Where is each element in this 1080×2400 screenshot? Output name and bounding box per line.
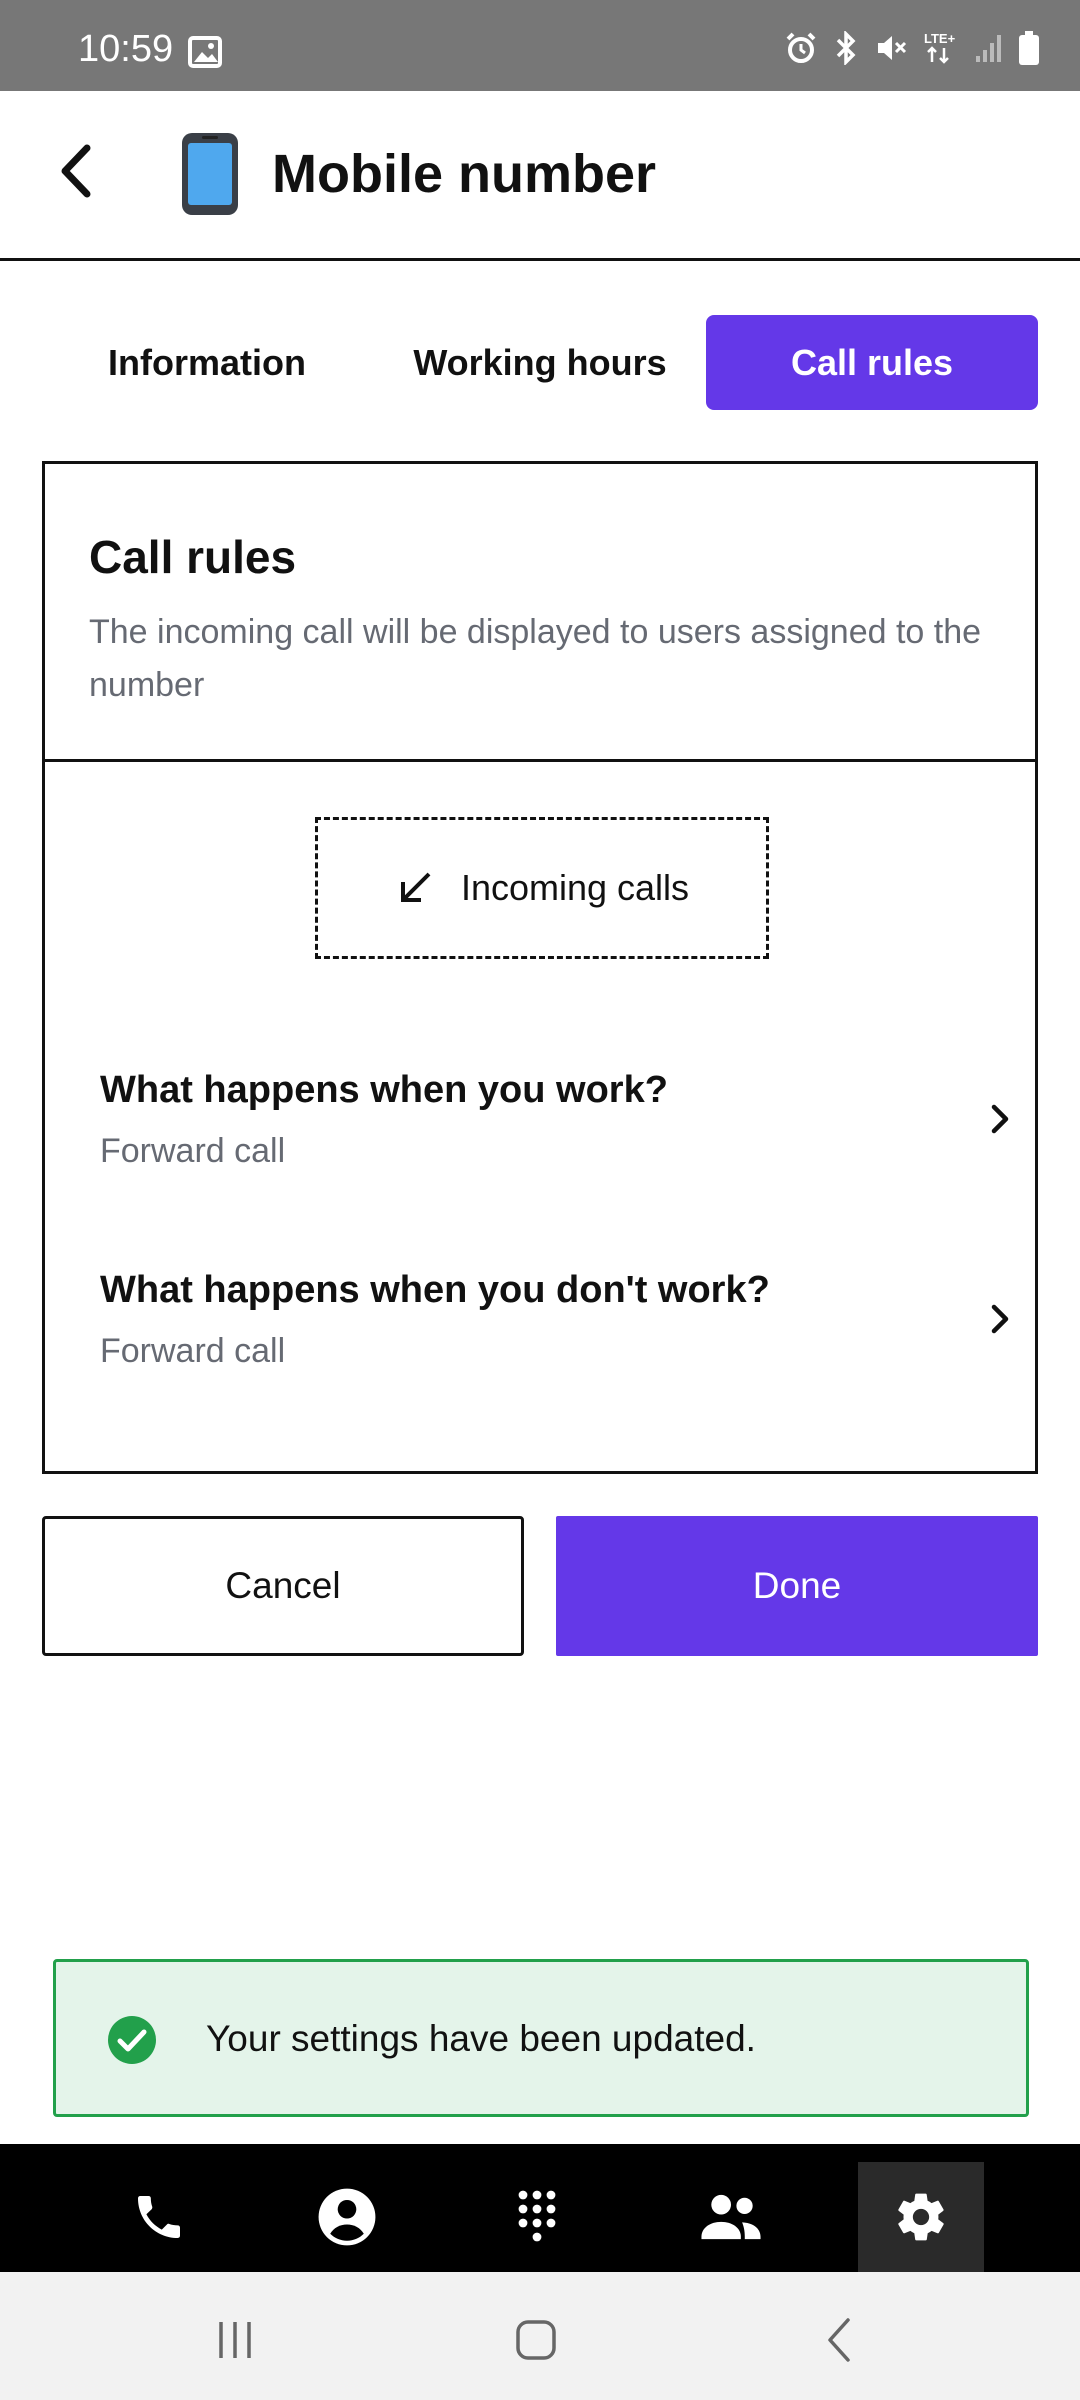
card-title: Call rules xyxy=(89,531,297,583)
arrow-down-left-icon xyxy=(400,872,431,902)
tab-information[interactable]: Information xyxy=(42,315,372,410)
nav-contacts[interactable] xyxy=(284,2162,410,2272)
system-nav-bar xyxy=(0,2272,1080,2400)
chevron-left-icon xyxy=(61,144,91,198)
rule-when-working[interactable]: What happens when you work? Forward call xyxy=(100,1069,1009,1199)
cancel-button[interactable]: Cancel xyxy=(42,1516,524,1656)
settings-icon xyxy=(898,2193,944,2241)
incoming-calls-box: Incoming calls xyxy=(315,817,769,959)
nav-settings[interactable] xyxy=(858,2162,984,2272)
signal-icon xyxy=(974,32,1004,64)
app-header: Mobile number xyxy=(0,91,1080,261)
alarm-icon xyxy=(784,31,818,65)
nav-calls[interactable] xyxy=(96,2162,222,2272)
chevron-right-icon xyxy=(991,1104,1009,1134)
tab-call-rules[interactable]: Call rules xyxy=(706,315,1038,410)
recents-icon xyxy=(219,2322,251,2358)
done-button[interactable]: Done xyxy=(556,1516,1038,1656)
tab-bar: Information Working hours Call rules xyxy=(42,315,1038,410)
home-icon xyxy=(516,2320,556,2360)
rule-title: What happens when you don't work? xyxy=(100,1269,770,1311)
recents-button[interactable] xyxy=(205,2310,265,2370)
phone-icon xyxy=(138,2196,180,2238)
image-icon xyxy=(188,36,222,68)
call-rules-card: Call rules The incoming call will be dis… xyxy=(42,461,1038,1474)
dialpad-icon xyxy=(518,2190,556,2242)
check-circle-icon xyxy=(106,2014,158,2071)
bluetooth-icon xyxy=(832,31,860,65)
contact-icon xyxy=(318,2188,376,2246)
page-title: Mobile number xyxy=(272,144,657,204)
toast-message: Your settings have been updated. xyxy=(206,2018,756,2059)
rule-title: What happens when you work? xyxy=(100,1069,668,1111)
battery-icon xyxy=(1018,30,1040,66)
system-back-button[interactable] xyxy=(810,2310,870,2370)
success-toast: Your settings have been updated. xyxy=(53,1959,1029,2117)
mute-icon xyxy=(874,31,908,65)
team-icon xyxy=(701,2194,761,2240)
mobile-phone-icon xyxy=(180,131,240,222)
lte-icon: LTE+ xyxy=(922,30,960,66)
chevron-right-icon xyxy=(991,1304,1009,1334)
back-button[interactable] xyxy=(40,136,110,206)
tab-working-hours[interactable]: Working hours xyxy=(372,315,708,410)
back-icon xyxy=(828,2318,850,2362)
svg-text:LTE+: LTE+ xyxy=(924,31,956,46)
rule-when-not-working[interactable]: What happens when you don't work? Forwar… xyxy=(100,1269,1009,1399)
nav-dialpad[interactable] xyxy=(474,2162,600,2272)
rule-subtitle: Forward call xyxy=(100,1332,286,1370)
status-time: 10:59 xyxy=(78,28,174,70)
card-header: Call rules The incoming call will be dis… xyxy=(45,464,1035,762)
status-bar: 10:59 LTE+ xyxy=(0,0,1080,91)
incoming-calls-label: Incoming calls xyxy=(460,867,690,908)
nav-team[interactable] xyxy=(668,2162,794,2272)
bottom-nav xyxy=(0,2144,1080,2272)
rule-subtitle: Forward call xyxy=(100,1132,286,1170)
card-description: The incoming call will be displayed to u… xyxy=(89,613,982,704)
home-button[interactable] xyxy=(506,2310,566,2370)
